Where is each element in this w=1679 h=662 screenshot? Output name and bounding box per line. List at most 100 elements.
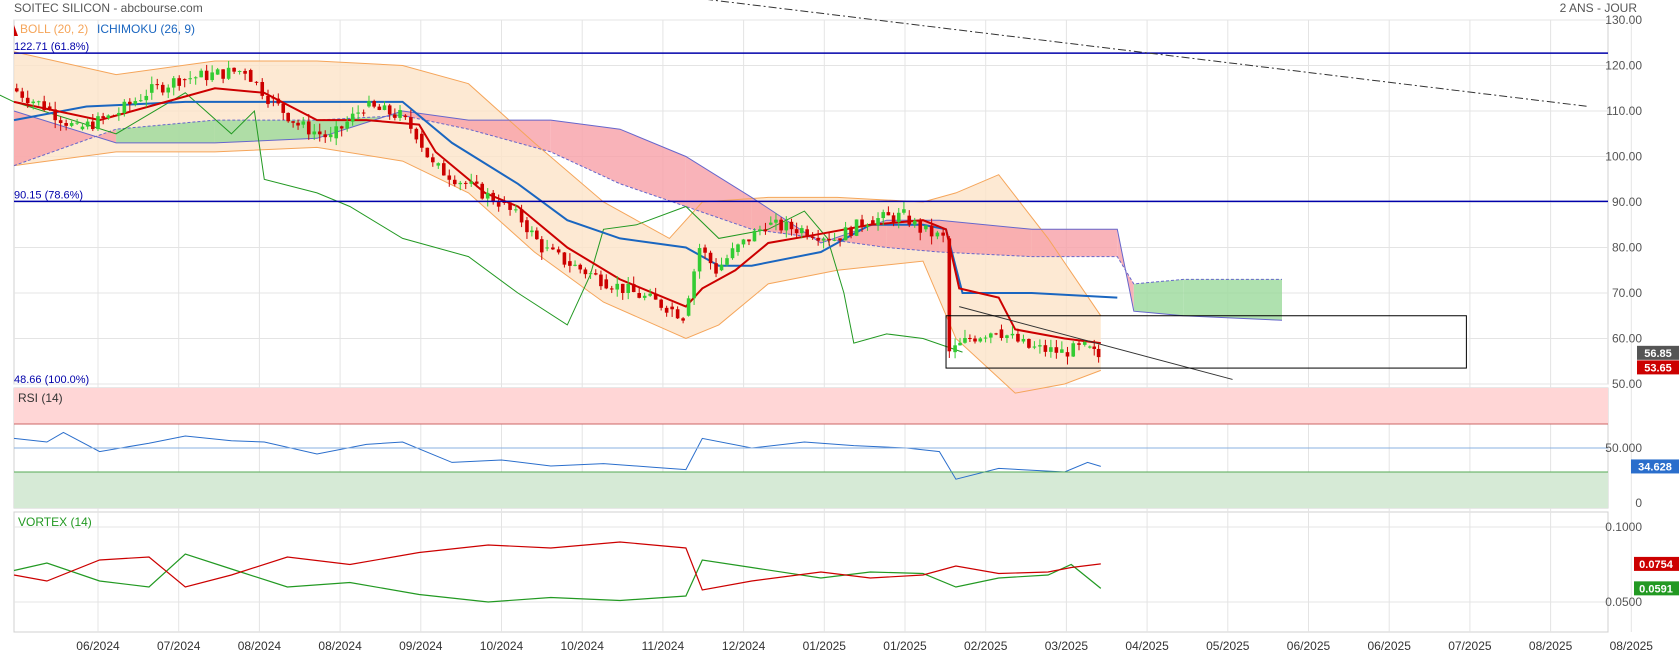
candle-down xyxy=(281,103,286,113)
candle-down xyxy=(111,115,116,117)
candle-down xyxy=(128,101,132,105)
candle-down xyxy=(260,82,265,96)
candle-down xyxy=(20,91,25,98)
candle-up xyxy=(736,244,740,253)
candle-up xyxy=(881,212,886,219)
candle-down xyxy=(414,128,419,140)
candle-down xyxy=(907,215,912,225)
candle-down xyxy=(556,249,561,253)
time-axis-tick: 03/2025 xyxy=(1045,639,1089,653)
candle-down xyxy=(599,274,603,287)
candle-up xyxy=(978,338,983,342)
chart-canvas: 130.00 120.00 110.00 100.00 90.00 80.00 70.00 6… xyxy=(0,0,1679,657)
candle-up xyxy=(615,283,620,290)
candle-up xyxy=(80,126,85,130)
candle-up xyxy=(458,182,463,185)
candle-down xyxy=(816,237,820,241)
kumo-bullish-segment xyxy=(1133,279,1184,316)
time-axis-tick: 08/2024 xyxy=(238,639,282,653)
candle-down xyxy=(675,309,680,319)
candle-up xyxy=(1005,335,1009,338)
candle-up xyxy=(122,101,127,113)
candle-down xyxy=(637,293,641,298)
candle-down xyxy=(14,88,19,92)
candle-up xyxy=(935,232,940,237)
time-axis-tick: 08/2024 xyxy=(318,639,362,653)
candle-down xyxy=(403,115,408,118)
candle-down xyxy=(204,70,209,81)
time-axis-tick: 01/2025 xyxy=(883,639,927,653)
candle-down xyxy=(519,209,524,223)
candle-down xyxy=(372,101,376,107)
candle-up xyxy=(226,67,231,79)
time-axis-tick: 02/2025 xyxy=(964,639,1008,653)
candle-down xyxy=(248,70,253,82)
candle-down xyxy=(425,147,430,158)
candle-down xyxy=(25,97,30,104)
candle-down xyxy=(1043,345,1048,352)
candle-down xyxy=(568,261,572,266)
candle-up xyxy=(648,293,652,296)
candle-up xyxy=(692,271,696,299)
candle-down xyxy=(387,105,392,115)
candle-down xyxy=(827,238,831,241)
price-axis-tick: 100.00 xyxy=(1605,150,1642,164)
candle-down xyxy=(58,120,63,124)
candle-up xyxy=(843,227,848,241)
time-axis-tick: 05/2025 xyxy=(1206,639,1250,653)
candle-up xyxy=(193,77,198,79)
candle-up xyxy=(800,228,804,234)
candle-down xyxy=(243,70,247,74)
candle-up xyxy=(398,109,402,118)
candle-down xyxy=(1027,338,1031,348)
candle-down xyxy=(805,229,809,237)
chart-title: SOITEC SILICON - abcbourse.com xyxy=(14,1,203,15)
candle-down xyxy=(941,232,945,236)
candle-up xyxy=(69,123,74,126)
candle-down xyxy=(377,106,382,110)
candle-up xyxy=(514,209,518,211)
candle-down xyxy=(578,264,583,270)
candle-down xyxy=(463,182,468,184)
candle-up xyxy=(1038,345,1042,347)
vortex-axis-tick: 0.1000 xyxy=(1605,520,1642,534)
candle-up xyxy=(334,126,339,139)
time-axis-tick: 06/2025 xyxy=(1368,639,1412,653)
candle-down xyxy=(849,227,853,236)
price-axis-tick: 110.00 xyxy=(1606,104,1642,118)
candle-down xyxy=(502,202,507,203)
candle-down xyxy=(452,179,457,185)
candle-up xyxy=(85,121,90,127)
candle-down xyxy=(918,220,923,233)
candle-up xyxy=(963,337,967,343)
price-axis-tick: 130.00 xyxy=(1605,13,1642,27)
vortex-legend: VORTEX (14) xyxy=(18,515,92,529)
candle-down xyxy=(393,114,397,118)
candle-up xyxy=(821,238,826,241)
price-axis-tick: 120.00 xyxy=(1605,59,1642,73)
candle-up xyxy=(469,181,474,184)
candle-down xyxy=(838,238,842,241)
candle-down xyxy=(266,95,270,105)
candle-down xyxy=(286,112,290,122)
time-axis-tick: 11/2024 xyxy=(642,639,685,653)
candle-down xyxy=(64,123,68,126)
candle-up xyxy=(1060,349,1064,353)
rsi-overbought-zone xyxy=(14,388,1608,424)
candle-down xyxy=(42,101,46,111)
candle-down xyxy=(155,84,160,86)
candle-up xyxy=(545,247,549,249)
candle-down xyxy=(539,239,544,253)
candle-down xyxy=(708,252,713,264)
candle-up xyxy=(356,112,360,114)
candle-up xyxy=(31,101,36,104)
candle-up xyxy=(697,248,702,272)
candle-up xyxy=(719,264,724,271)
last-value-tag-text: 56.85 xyxy=(1644,348,1672,360)
candle-down xyxy=(994,333,998,335)
candle-down xyxy=(496,202,501,207)
candle-down xyxy=(583,269,588,275)
candle-down xyxy=(53,109,57,121)
candle-down xyxy=(681,318,685,321)
candle-up xyxy=(912,220,917,225)
